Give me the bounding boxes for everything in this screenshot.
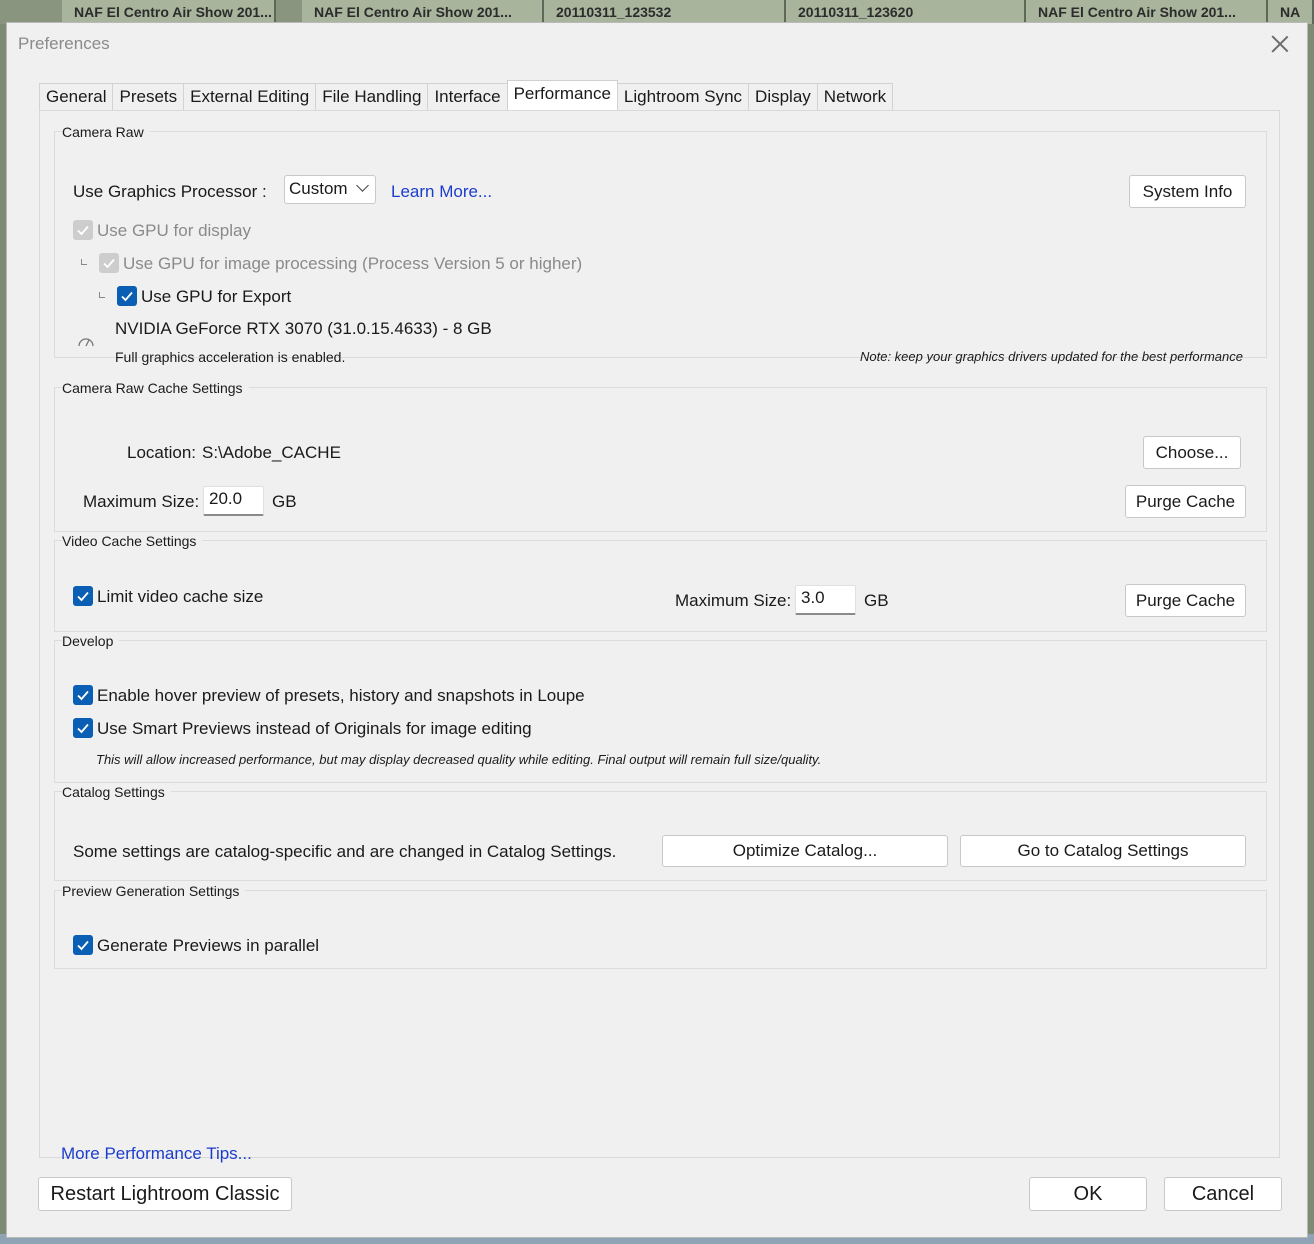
- checkmark-icon: [103, 258, 115, 269]
- max-size-unit: GB: [272, 492, 297, 511]
- filmstrip-cell: NA: [1268, 0, 1314, 24]
- filmstrip-cell: NAF El Centro Air Show 201...: [302, 0, 544, 24]
- limit-video-cache-checkbox[interactable]: [73, 586, 93, 606]
- gpu-name: NVIDIA GeForce RTX 3070 (31.0.15.4633) -…: [115, 319, 492, 338]
- checkmark-icon: [77, 690, 89, 701]
- preferences-dialog: Preferences General Presets External Edi…: [6, 22, 1308, 1238]
- ok-button[interactable]: OK: [1029, 1177, 1147, 1211]
- use-gpu-display-label: Use GPU for display: [97, 221, 251, 240]
- tab-file-handling[interactable]: File Handling: [315, 83, 429, 111]
- tab-general[interactable]: General: [39, 83, 114, 111]
- smart-previews-checkbox[interactable]: [73, 718, 93, 738]
- gauge-icon: [78, 338, 94, 347]
- tab-lightroom-sync[interactable]: Lightroom Sync: [616, 83, 750, 111]
- location-label: Location:: [127, 443, 196, 462]
- preview-generation-group: [54, 890, 1267, 969]
- tab-network[interactable]: Network: [816, 83, 894, 111]
- filmstrip-cell: 20110311_123532: [544, 0, 786, 24]
- gpu-label: Use Graphics Processor :: [73, 182, 267, 201]
- catalog-settings-button[interactable]: Go to Catalog Settings: [960, 835, 1246, 867]
- checkmark-icon: [77, 225, 89, 236]
- choose-location-button[interactable]: Choose...: [1143, 436, 1241, 469]
- section-title: Catalog Settings: [62, 784, 171, 800]
- smart-previews-note: This will allow increased performance, b…: [96, 752, 822, 767]
- tab-display[interactable]: Display: [748, 83, 818, 111]
- tab-interface[interactable]: Interface: [427, 83, 508, 111]
- section-title: Preview Generation Settings: [62, 883, 246, 899]
- driver-note: Note: keep your graphics drivers updated…: [860, 349, 1243, 364]
- tree-connector-icon: [81, 259, 87, 265]
- learn-more-link[interactable]: Learn More...: [391, 182, 492, 202]
- video-max-size-label: Maximum Size:: [675, 591, 792, 610]
- filmstrip-cell: NAF El Centro Air Show 201...: [62, 0, 276, 24]
- limit-video-cache-label: Limit video cache size: [97, 587, 264, 606]
- catalog-description: Some settings are catalog-specific and a…: [73, 842, 617, 861]
- filmstrip-cell: NAF El Centro Air Show 201...: [1026, 0, 1268, 24]
- filmstrip-cell: 20110311_123620: [786, 0, 1026, 24]
- parallel-previews-checkbox[interactable]: [73, 935, 93, 955]
- optimize-catalog-button[interactable]: Optimize Catalog...: [662, 835, 948, 867]
- use-gpu-export-label: Use GPU for Export: [141, 287, 292, 306]
- filmstrip-background: NAF El Centro Air Show 201... NAF El Cen…: [0, 0, 1314, 24]
- tab-external-editing[interactable]: External Editing: [183, 83, 317, 111]
- location-value: S:\Adobe_CACHE: [202, 443, 341, 462]
- use-gpu-processing-label: Use GPU for image processing (Process Ve…: [123, 254, 583, 273]
- title-bar: Preferences: [7, 23, 1307, 65]
- checkmark-icon: [77, 591, 89, 602]
- performance-tips-link[interactable]: More Performance Tips...: [61, 1144, 252, 1164]
- gpu-select-value: Custom: [289, 179, 348, 198]
- checkmark-icon: [77, 723, 89, 734]
- use-gpu-export-checkbox[interactable]: [117, 286, 137, 306]
- checkmark-icon: [121, 291, 133, 302]
- dialog-title: Preferences: [18, 34, 110, 53]
- max-size-label: Maximum Size:: [83, 492, 200, 511]
- video-max-size-unit: GB: [864, 591, 889, 610]
- section-title: Camera Raw: [62, 124, 150, 140]
- cancel-button[interactable]: Cancel: [1164, 1177, 1282, 1211]
- purge-cache-button[interactable]: Purge Cache: [1125, 485, 1246, 518]
- video-max-size-input[interactable]: 3.0: [795, 585, 856, 615]
- section-title: Camera Raw Cache Settings: [62, 380, 249, 396]
- purge-video-cache-button[interactable]: Purge Cache: [1125, 584, 1246, 617]
- use-gpu-processing-checkbox[interactable]: [99, 253, 119, 273]
- video-cache-group: [54, 540, 1267, 632]
- parallel-previews-label: Generate Previews in parallel: [97, 936, 320, 955]
- system-info-button[interactable]: System Info: [1129, 175, 1246, 208]
- section-title: Video Cache Settings: [62, 533, 203, 549]
- tab-presets[interactable]: Presets: [112, 83, 185, 111]
- use-gpu-display-checkbox[interactable]: [73, 220, 93, 240]
- tab-bar: General Presets External Editing File Ha…: [39, 80, 894, 111]
- smart-previews-label: Use Smart Previews instead of Originals …: [97, 719, 532, 738]
- tab-performance[interactable]: Performance: [506, 80, 618, 111]
- checkmark-icon: [77, 940, 89, 951]
- close-icon[interactable]: [1267, 31, 1293, 57]
- performance-panel: Camera Raw Use Graphics Processor : Cust…: [39, 110, 1280, 1163]
- restart-button[interactable]: Restart Lightroom Classic: [38, 1177, 292, 1211]
- cache-max-size-input[interactable]: 20.0: [203, 486, 264, 516]
- acceleration-status: Full graphics acceleration is enabled.: [115, 349, 346, 365]
- hover-preview-checkbox[interactable]: [73, 685, 93, 705]
- gpu-select[interactable]: Custom: [284, 175, 376, 204]
- hover-preview-label: Enable hover preview of presets, history…: [97, 686, 585, 705]
- tree-connector-icon: [99, 292, 105, 298]
- section-title: Develop: [62, 633, 120, 649]
- chevron-down-icon: [356, 179, 369, 192]
